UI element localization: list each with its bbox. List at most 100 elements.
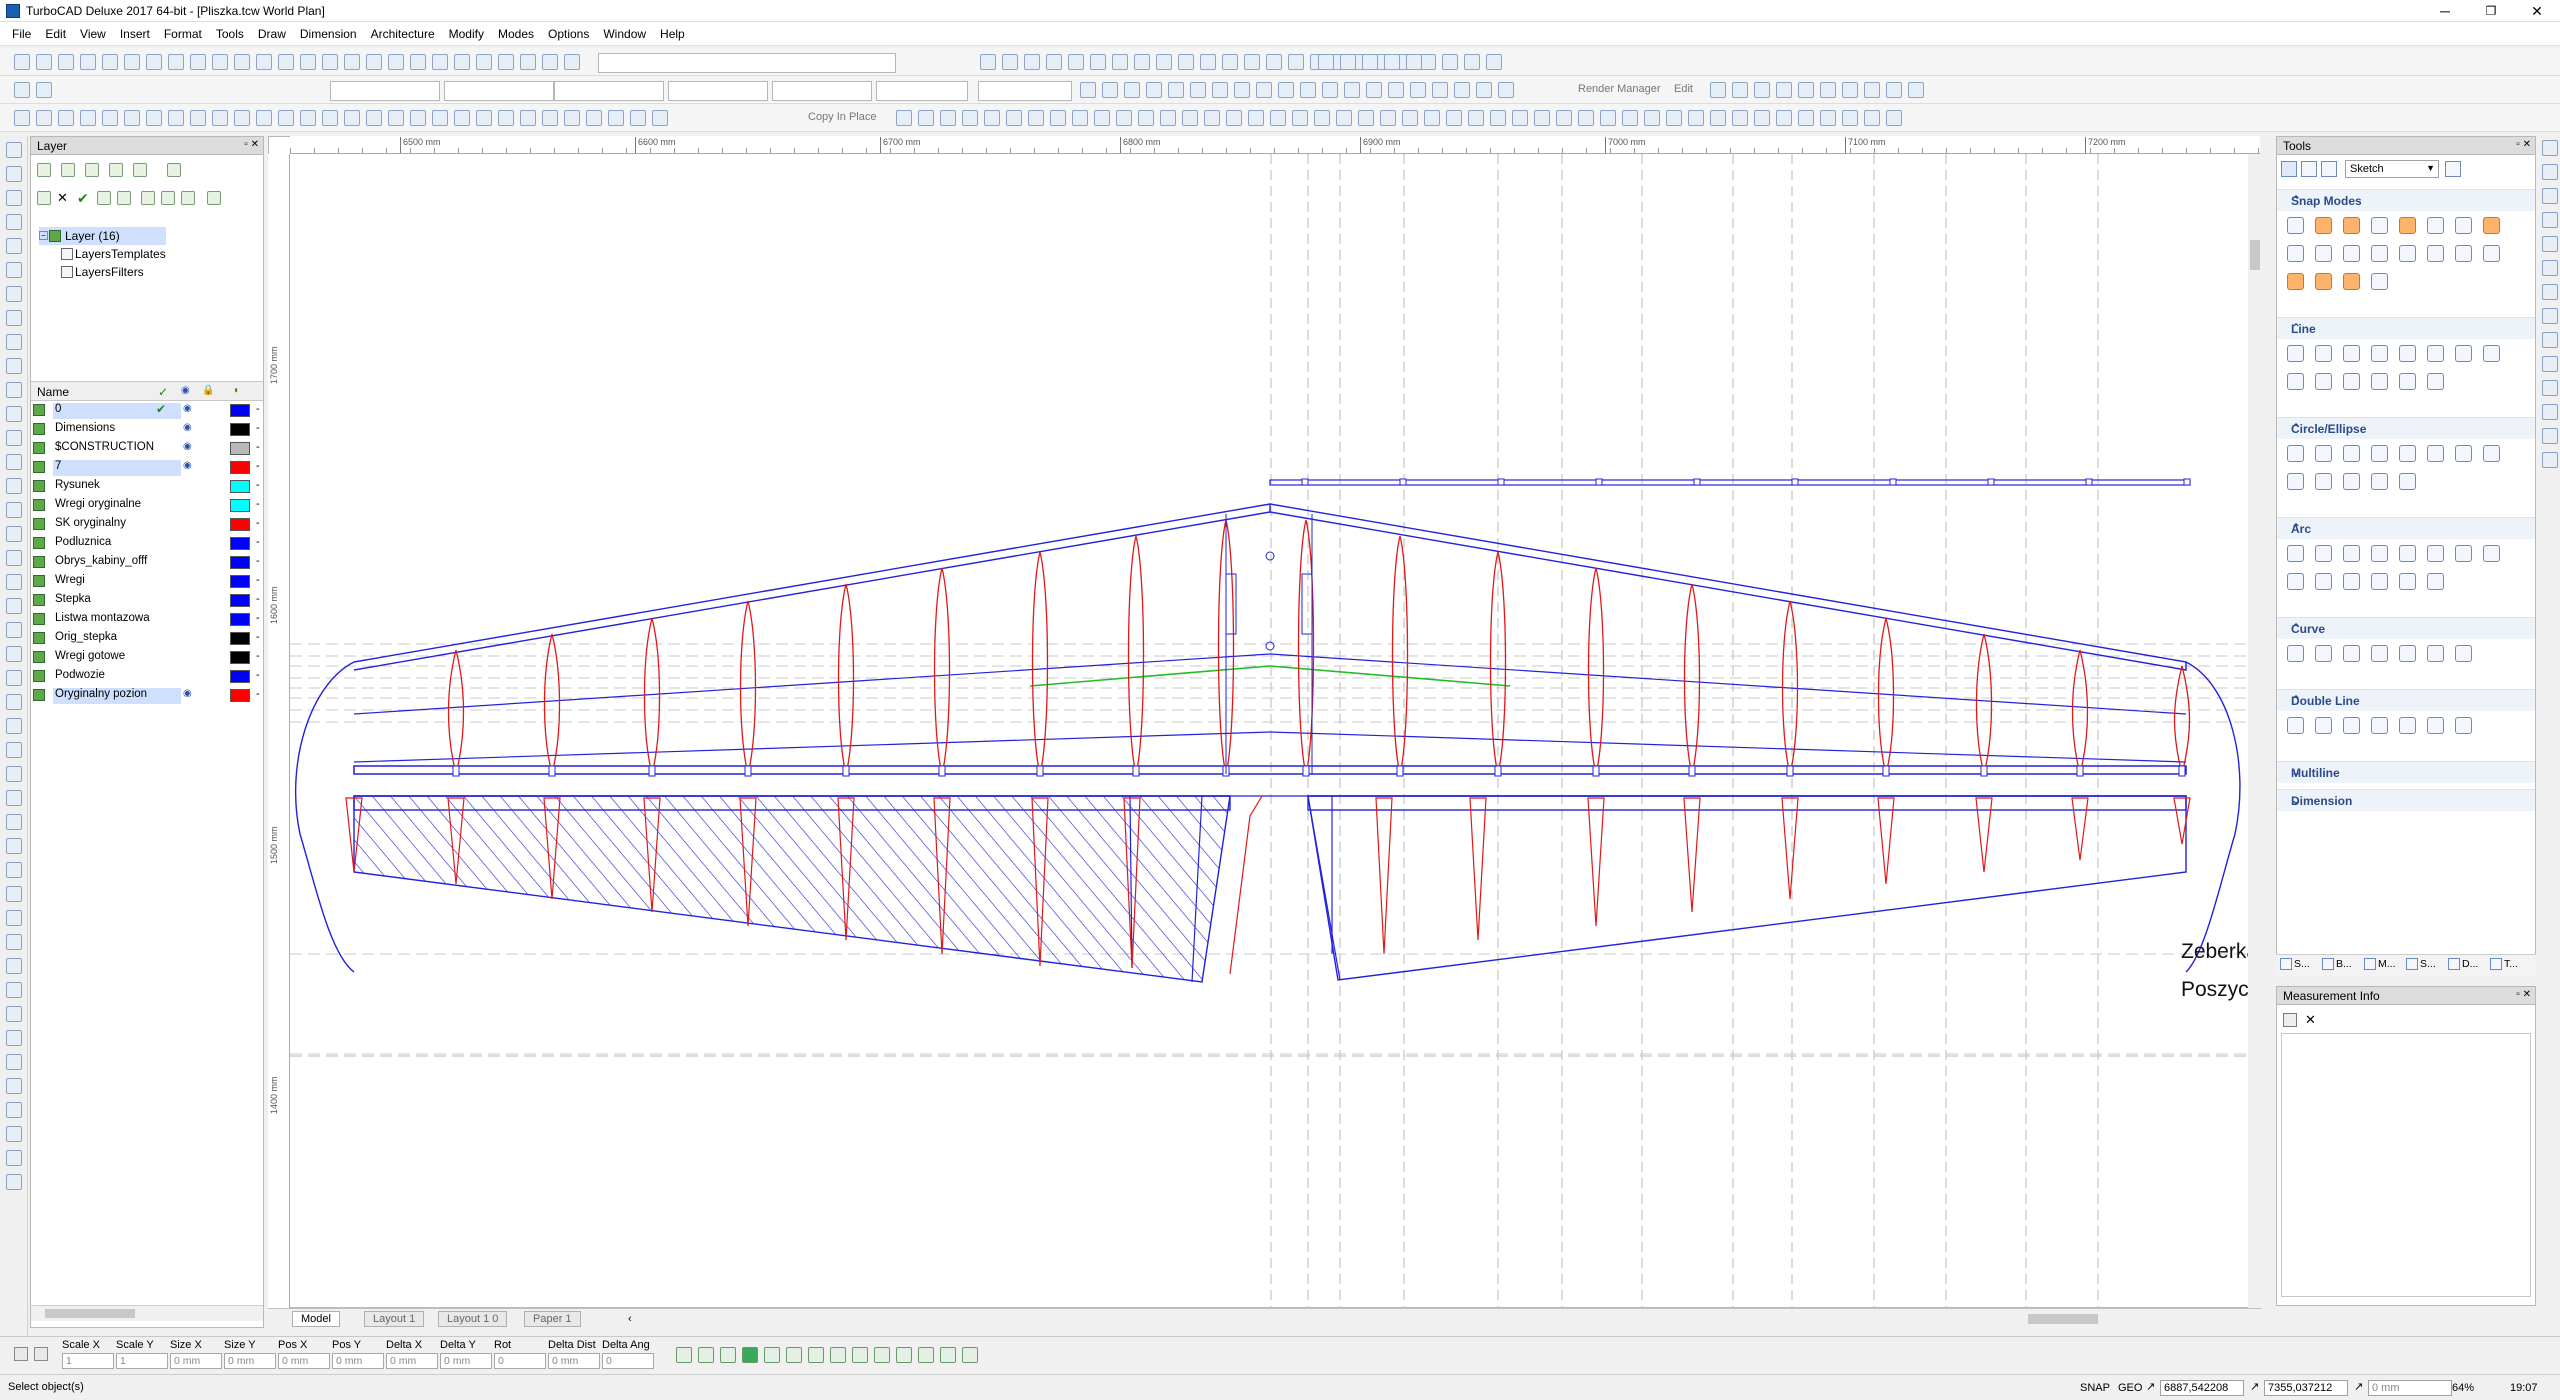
left-tool-icon-1[interactable] xyxy=(6,142,22,158)
flap-bar[interactable] xyxy=(1269,479,2191,486)
rib[interactable] xyxy=(1489,551,1507,775)
layer-name[interactable]: Dimensions xyxy=(53,422,181,438)
layer-row[interactable]: Oryginalny pozion ◉ - xyxy=(31,686,263,705)
tool-snap-modes-icon-11[interactable] xyxy=(2287,245,2304,262)
tool-snap-modes-icon-15[interactable] xyxy=(2399,245,2416,262)
flap-hinge[interactable] xyxy=(1693,478,1701,486)
new-layer-icon[interactable] xyxy=(37,163,51,177)
lower-rib[interactable] xyxy=(1781,797,1799,900)
tool-snap-modes-icon-18[interactable] xyxy=(2483,245,2500,262)
menu-draw[interactable]: Draw xyxy=(258,27,286,41)
collapse-chevron-icon[interactable]: ⌃ xyxy=(2291,193,2527,207)
standard-tool-icon-5[interactable] xyxy=(102,54,118,70)
left-tool-icon-30[interactable] xyxy=(6,838,22,854)
tool-snap-modes-icon-2[interactable] xyxy=(2315,217,2332,234)
rib-slot[interactable] xyxy=(1036,765,1044,777)
draw-tool-icon-20[interactable] xyxy=(432,110,448,126)
tool-snap-modes-icon-1[interactable] xyxy=(2287,217,2304,234)
draw-tool-icon-6[interactable] xyxy=(124,110,140,126)
left-tool-icon-23[interactable] xyxy=(6,670,22,686)
datum-point[interactable] xyxy=(1265,551,1275,561)
view-toolbar-icon-1[interactable] xyxy=(1318,54,1334,70)
layer-linestyle[interactable]: - xyxy=(256,650,260,662)
view-toolbar-icon-2[interactable] xyxy=(1340,54,1356,70)
render-tool-icon-15[interactable] xyxy=(1388,82,1404,98)
layer-linestyle[interactable]: - xyxy=(256,688,260,700)
tool-double-line-icon-6[interactable] xyxy=(2427,717,2444,734)
right-tool-icon-14[interactable] xyxy=(2542,452,2558,468)
draw-tool-icon-17[interactable] xyxy=(366,110,382,126)
tool-line-icon-4[interactable] xyxy=(2371,345,2388,362)
tool-line-icon-8[interactable] xyxy=(2483,345,2500,362)
property-tool-icon-1[interactable] xyxy=(14,82,30,98)
tool-mode-select[interactable]: Sketch ▼ xyxy=(2345,160,2439,178)
eye-icon[interactable]: ◉ xyxy=(183,441,192,452)
layer-light-icon[interactable] xyxy=(207,191,221,205)
modify-tool-icon-22[interactable] xyxy=(1358,110,1374,126)
modify-tool-icon-17[interactable] xyxy=(1248,110,1264,126)
inspector-options-icon[interactable] xyxy=(34,1347,48,1361)
left-tool-icon-22[interactable] xyxy=(6,646,22,662)
modify-tool-icon-23[interactable] xyxy=(1380,110,1396,126)
modify-tool-icon-33[interactable] xyxy=(1600,110,1616,126)
rib-slot[interactable] xyxy=(648,765,656,777)
draw-tool-icon-19[interactable] xyxy=(410,110,426,126)
tool-curve-icon-1[interactable] xyxy=(2287,645,2304,662)
rib[interactable] xyxy=(1391,535,1409,775)
rib-slot[interactable] xyxy=(2178,765,2186,777)
layer-add-icon[interactable] xyxy=(37,191,51,205)
modify-tool-icon-28[interactable] xyxy=(1490,110,1506,126)
edit-tool-icon-9[interactable] xyxy=(1886,82,1902,98)
rib-slot[interactable] xyxy=(1688,765,1696,777)
left-tool-icon-40[interactable] xyxy=(6,1078,22,1094)
layer-linestyle[interactable]: - xyxy=(256,631,260,643)
left-tool-icon-4[interactable] xyxy=(6,214,22,230)
layer-row[interactable]: Rysunek - xyxy=(31,477,263,496)
left-tool-icon-25[interactable] xyxy=(6,718,22,734)
inspector-tool-icon-14[interactable] xyxy=(962,1347,978,1363)
standard-tool-icon-4[interactable] xyxy=(80,54,96,70)
set-current-layer-icon[interactable]: ✔ xyxy=(77,191,91,205)
tool-curve-icon-2[interactable] xyxy=(2315,645,2332,662)
layer-color-swatch[interactable] xyxy=(230,651,250,664)
modify-tool-icon-35[interactable] xyxy=(1644,110,1660,126)
standard-tool-icon-19[interactable] xyxy=(410,54,426,70)
modify-tool-icon-44[interactable] xyxy=(1842,110,1858,126)
left-tool-icon-43[interactable] xyxy=(6,1150,22,1166)
lower-wing-right[interactable] xyxy=(1307,795,2187,981)
render-tool-icon-2[interactable] xyxy=(1102,82,1118,98)
standard-tool-icon-12[interactable] xyxy=(256,54,272,70)
tools-settings-icon[interactable] xyxy=(2445,161,2461,177)
inspector-tool-icon-1[interactable] xyxy=(676,1347,692,1363)
layer-row[interactable]: Orig_stepka - xyxy=(31,629,263,648)
layer-name[interactable]: Oryginalny pozion xyxy=(53,688,181,704)
tool-snap-modes-icon-5[interactable] xyxy=(2399,217,2416,234)
left-tool-icon-36[interactable] xyxy=(6,982,22,998)
layer-color-swatch[interactable] xyxy=(230,594,250,607)
layer-linestyle[interactable]: - xyxy=(256,555,260,567)
layer-color-swatch[interactable] xyxy=(230,613,250,626)
delete-layer-icon[interactable]: ✕ xyxy=(57,191,71,205)
render-tool-icon-17[interactable] xyxy=(1432,82,1448,98)
property-select-5[interactable] xyxy=(772,81,872,101)
tool-arc-icon-12[interactable] xyxy=(2315,573,2332,590)
tool-line-icon-14[interactable] xyxy=(2371,373,2388,390)
tool-line-icon-15[interactable] xyxy=(2399,373,2416,390)
edit-tool-icon-4[interactable] xyxy=(1776,82,1792,98)
tool-arc-icon-4[interactable] xyxy=(2371,545,2388,562)
tool-snap-modes-icon-23[interactable] xyxy=(2343,273,2360,290)
drawing-label-zeberka[interactable]: Zeberka xyxy=(2181,940,2248,963)
render-tool-icon-8[interactable] xyxy=(1234,82,1250,98)
tool-circle-ellipse-icon-6[interactable] xyxy=(2427,445,2444,462)
flap-hinge[interactable] xyxy=(1595,478,1603,486)
tool-section-line[interactable]: Line ⌃ xyxy=(2277,317,2535,339)
modify-tool-icon-45[interactable] xyxy=(1864,110,1880,126)
standard-tool-icon-14[interactable] xyxy=(300,54,316,70)
modify-tool-icon-10[interactable] xyxy=(1094,110,1110,126)
tool-section-snap-modes[interactable]: Snap Modes ⌃ xyxy=(2277,189,2535,211)
layer-linestyle[interactable]: - xyxy=(256,574,260,586)
flap-hinge[interactable] xyxy=(1399,478,1407,486)
snap-toolbar-icon-5[interactable] xyxy=(1068,54,1084,70)
left-tool-icon-37[interactable] xyxy=(6,1006,22,1022)
modify-tool-icon-39[interactable] xyxy=(1732,110,1748,126)
